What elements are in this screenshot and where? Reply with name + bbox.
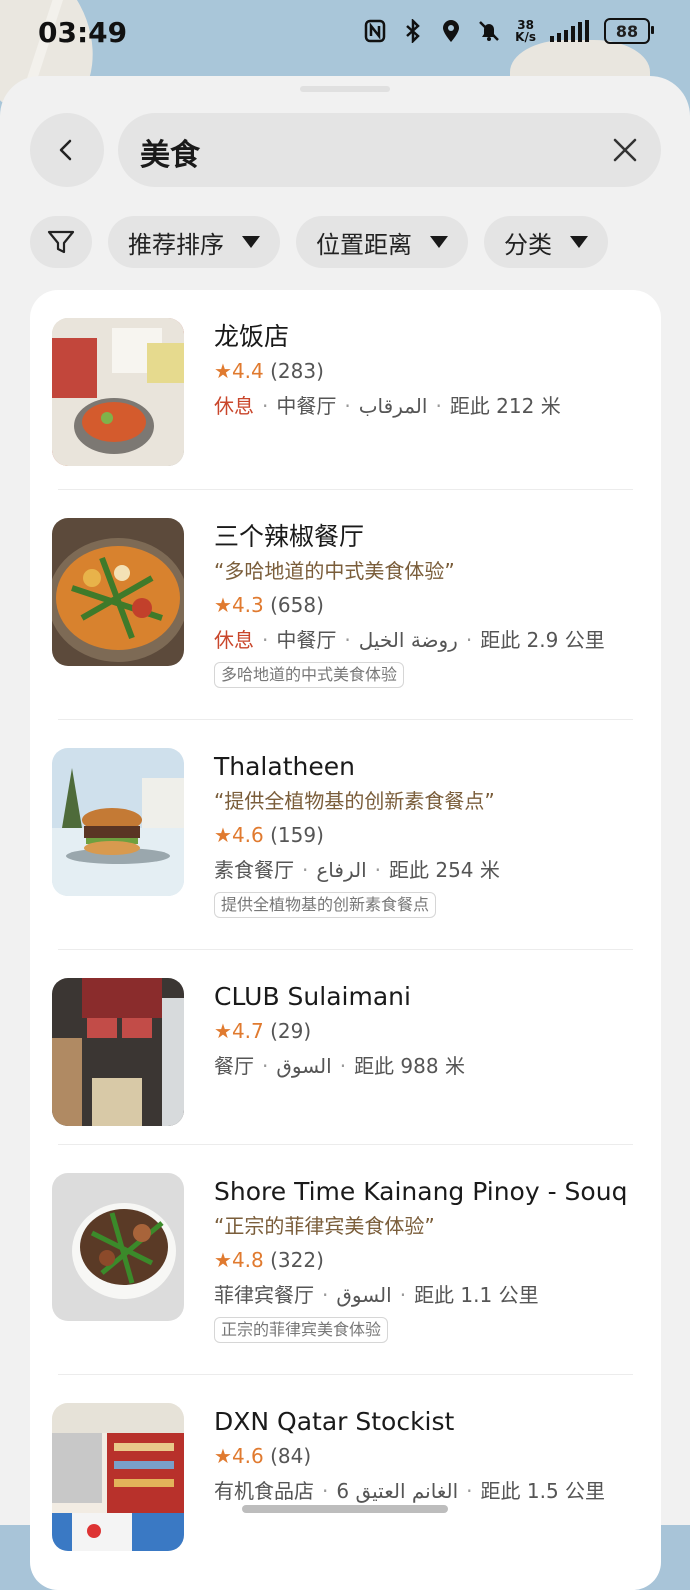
filter-button[interactable]	[30, 216, 92, 268]
battery-icon: 88	[604, 18, 654, 44]
place-meta: 素食餐厅 · الرفاع · 距此 254 米	[214, 858, 500, 882]
star-icon: ★	[214, 1019, 232, 1043]
location-icon	[439, 18, 463, 44]
place-tagline: “多哈地道的中式美食体验”	[214, 559, 455, 583]
place-meta: 餐厅 · السوق · 距此 988 米	[214, 1054, 465, 1078]
place-photo	[52, 1173, 184, 1321]
place-badge: 提供全植物基的创新素食餐点	[214, 892, 437, 918]
list-item[interactable]: Shore Time Kainang Pinoy - Souq “正宗的菲律宾美…	[30, 1145, 661, 1375]
status-closed: 休息	[214, 628, 254, 652]
star-icon: ★	[214, 823, 232, 847]
list-item[interactable]: 三个辣椒餐厅 “多哈地道的中式美食体验” ★4.3 (658) 休息 · 中餐厅 · ر…	[30, 490, 661, 720]
place-meta: 有机食品店 · الغانم العتيق 6 · 距此 1.5 公里	[214, 1479, 606, 1503]
list-item[interactable]: CLUB Sulaimani ★4.7 (29) 餐厅 · السوق · 距此 988…	[30, 950, 661, 1145]
place-photo	[52, 978, 184, 1126]
place-meta: 休息 · 中餐厅 · روضة الخيل · 距此 2.9 公里	[214, 628, 605, 652]
list-item[interactable]: 龙饭店 ★4.4 (283) 休息 · 中餐厅 · المرقاب · 距此 212 米	[30, 290, 661, 490]
results-list: 龙饭店 ★4.4 (283) 休息 · 中餐厅 · المرقاب · 距此 212 米 三…	[30, 290, 661, 1590]
sort-dropdown[interactable]: 推荐排序	[108, 216, 280, 268]
place-name: CLUB Sulaimani	[214, 982, 411, 1011]
distance-dropdown[interactable]: 位置距离	[296, 216, 468, 268]
place-meta: 菲律宾餐厅 · السوق · 距此 1.1 公里	[214, 1283, 539, 1307]
rating: ★4.3 (658)	[214, 593, 324, 617]
place-name: Shore Time Kainang Pinoy - Souq	[214, 1177, 628, 1206]
star-icon: ★	[214, 1248, 232, 1272]
dropdown-arrow-icon	[570, 236, 588, 248]
rating: ★4.7 (29)	[214, 1019, 312, 1043]
network-speed: 38 K/s	[515, 18, 536, 44]
place-badge: 多哈地道的中式美食体验	[214, 662, 405, 688]
place-name: Thalatheen	[214, 752, 355, 781]
place-name: 龙饭店	[214, 322, 290, 351]
list-item[interactable]: Thalatheen “提供全植物基的创新素食餐点” ★4.6 (159) 素食…	[30, 720, 661, 950]
place-photo	[52, 1403, 184, 1551]
place-tagline: “正宗的菲律宾美食体验”	[214, 1214, 435, 1238]
place-meta: 休息 · 中餐厅 · المرقاب · 距此 212 米	[214, 394, 561, 418]
rating: ★4.4 (283)	[214, 359, 324, 383]
filter-bar: 推荐排序 位置距离 分类	[30, 216, 608, 268]
close-icon[interactable]	[611, 136, 639, 164]
status-bar: 03:49 38 K/s 88	[0, 0, 690, 66]
place-photo	[52, 748, 184, 896]
results-sheet: 美食 推荐排序 位置距离 分类 龙饭店 ★4.4 (283) 休息 · 中餐厅 · ال…	[0, 76, 690, 1590]
place-name: 三个辣椒餐厅	[214, 522, 365, 551]
chevron-left-icon	[59, 139, 72, 161]
back-button[interactable]	[30, 113, 104, 187]
dropdown-arrow-icon	[430, 236, 448, 248]
home-indicator[interactable]	[242, 1505, 448, 1513]
place-badge: 正宗的菲律宾美食体验	[214, 1317, 389, 1343]
star-icon: ★	[214, 359, 232, 383]
nfc-icon	[363, 18, 387, 44]
search-query: 美食	[140, 138, 200, 173]
dropdown-arrow-icon	[242, 236, 260, 248]
rating: ★4.8 (322)	[214, 1248, 324, 1272]
star-icon: ★	[214, 593, 232, 617]
rating: ★4.6 (159)	[214, 823, 324, 847]
sheet-handle[interactable]	[300, 86, 390, 92]
search-input[interactable]: 美食	[118, 113, 661, 187]
star-icon: ★	[214, 1444, 232, 1468]
list-item[interactable]: DXN Qatar Stockist ★4.6 (84) 有机食品店 · الغان…	[30, 1375, 661, 1575]
place-photo	[52, 318, 184, 466]
place-tagline: “提供全植物基的创新素食餐点”	[214, 789, 495, 813]
category-dropdown[interactable]: 分类	[484, 216, 608, 268]
status-closed: 休息	[214, 394, 254, 418]
place-photo	[52, 518, 184, 666]
rating: ★4.6 (84)	[214, 1444, 312, 1468]
filter-funnel-icon	[47, 230, 75, 254]
place-name: DXN Qatar Stockist	[214, 1407, 455, 1436]
bluetooth-icon	[401, 18, 425, 44]
signal-icon	[550, 18, 590, 44]
mute-bell-icon	[477, 18, 501, 44]
status-time: 03:49	[38, 16, 128, 49]
